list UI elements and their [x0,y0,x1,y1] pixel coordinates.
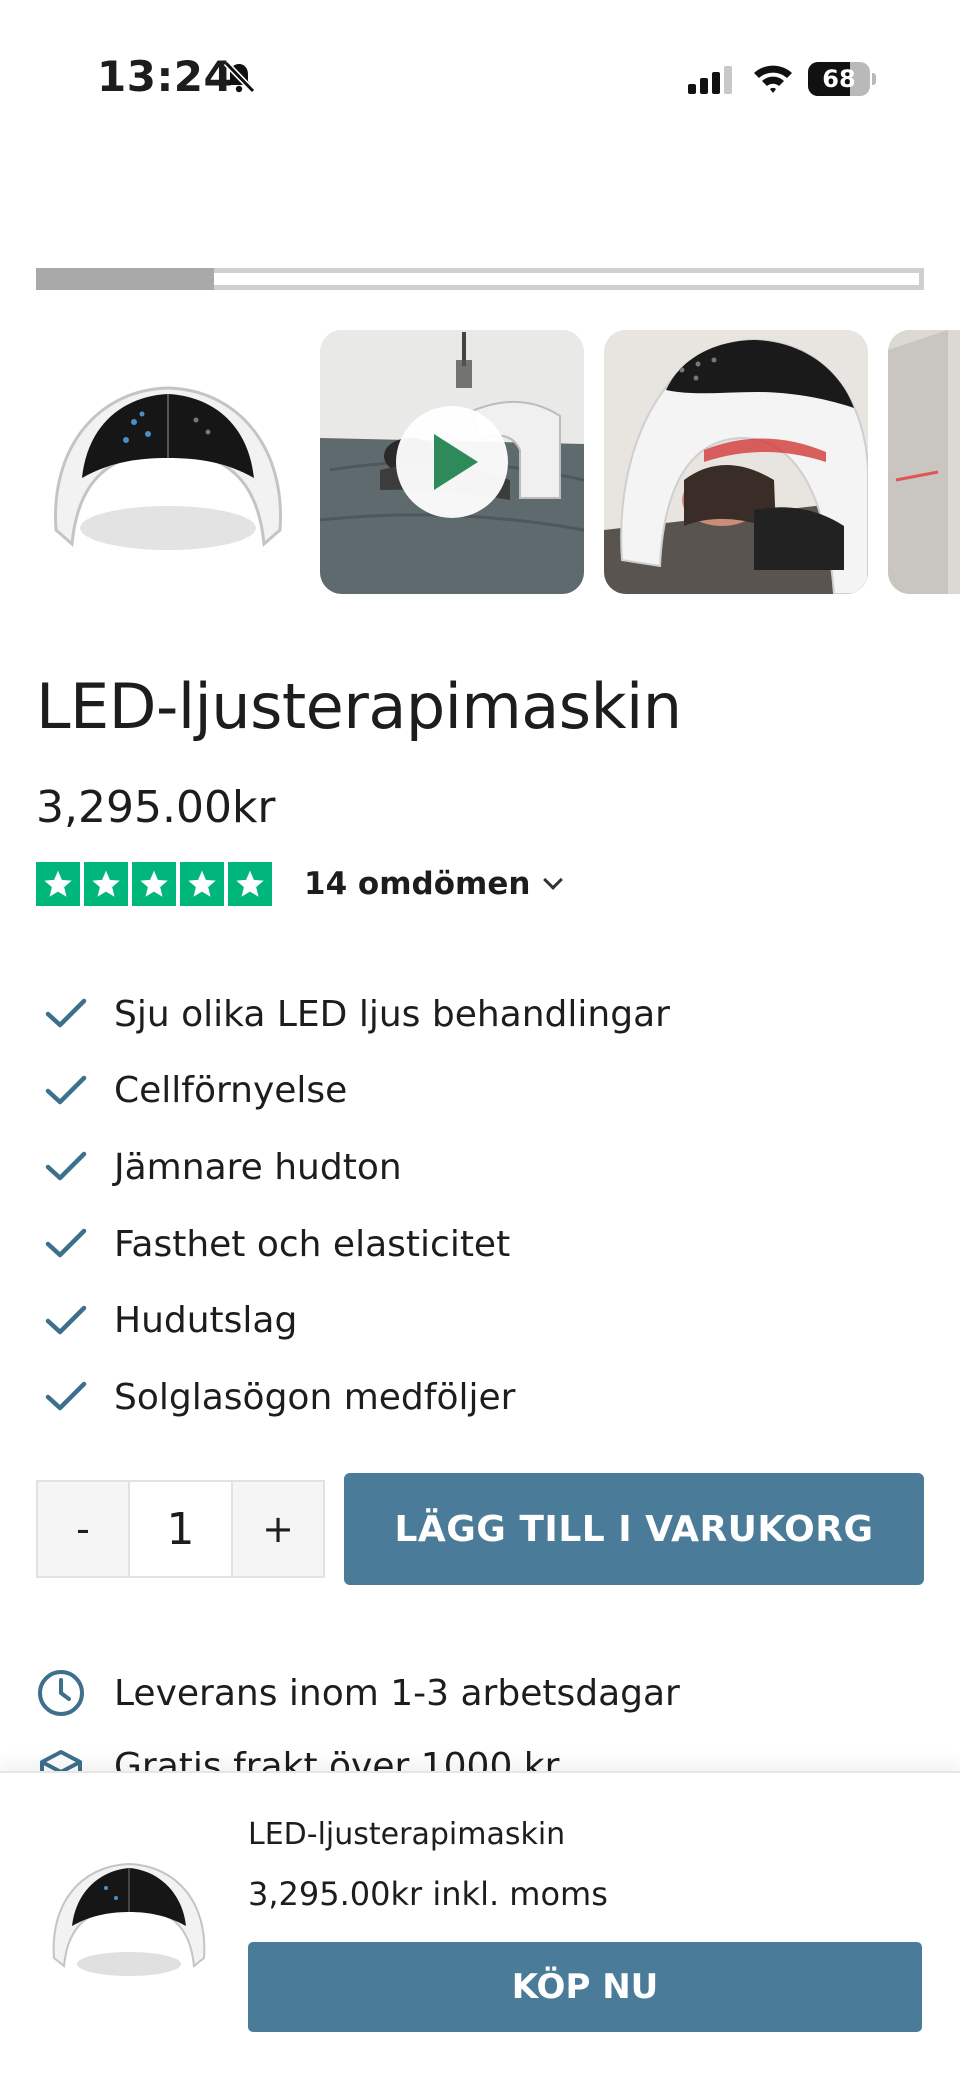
feature-text: Fasthet och elasticitet [114,1223,511,1265]
checkmark-icon [45,1075,87,1105]
checkmark-icon [45,1152,87,1181]
feature-item: Sju olika LED ljus behandlingar [36,976,924,1053]
feature-item: Fasthet och elasticitet [36,1206,924,1283]
wifi-icon [754,65,792,93]
person-under-led-device[interactable] [604,330,868,594]
feature-item: Solglasögon medföljer [36,1359,924,1436]
quantity-increase-button[interactable]: + [233,1482,323,1576]
feature-item: Cellförnyelse [36,1053,924,1130]
partial-thumbnail[interactable] [888,330,960,594]
clock-icon [38,1670,84,1716]
star-icon [36,862,80,906]
play-icon [434,434,478,490]
battery-percentage: 68 [822,65,856,93]
status-bar: 13:24 68 [0,0,960,150]
battery-icon: 68 [808,62,876,96]
device-product-image[interactable] [36,330,300,594]
sticky-product-price: 3,295.00kr inkl. moms [248,1875,608,1913]
checkmark-icon [45,1305,87,1334]
sticky-purchase-bar: LED-ljusterapimaskin 3,295.00kr inkl. mo… [0,1771,960,2087]
quantity-stepper[interactable]: - 1 + [36,1480,325,1578]
status-time: 13:24 [97,52,234,101]
delivery-text: Leverans inom 1-3 arbetsdagar [114,1672,680,1714]
gallery-scroll-progress[interactable] [36,268,924,290]
star-icon [132,862,176,906]
sticky-product-image [52,1862,206,1976]
quantity-input[interactable]: 1 [128,1482,233,1576]
star-icon [84,862,128,906]
checkmark-icon [45,1382,87,1411]
feature-item: Jämnare hudton [36,1129,924,1206]
checkmark-icon [45,1228,87,1258]
cellular-signal-icon [688,66,732,94]
video-thumbnail-person-on-mat[interactable] [320,330,584,594]
play-button[interactable] [396,406,508,518]
reviews-dropdown[interactable]: 14 omdömen [304,866,564,902]
reviews-label: 14 omdömen [304,866,531,902]
chevron-down-icon [543,870,564,890]
feature-text: Cellförnyelse [114,1070,348,1112]
feature-text: Jämnare hudton [114,1146,402,1188]
trustpilot-stars [36,862,276,906]
checkmark-icon [45,999,87,1028]
add-to-cart-button[interactable]: LÄGG TILL I VARUKORG [344,1473,924,1585]
sticky-product-title: LED-ljusterapimaskin [248,1817,566,1852]
feature-text: Sju olika LED ljus behandlingar [114,993,670,1035]
delivery-info: Leverans inom 1-3 arbetsdagar [36,1668,680,1718]
gallery-scroll-thumb[interactable] [36,268,214,290]
product-gallery[interactable] [36,330,960,594]
star-icon [228,862,272,906]
feature-list: Sju olika LED ljus behandlingar Cellförny… [36,976,924,1436]
bell-slash-icon [223,60,256,94]
feature-text: Hudutslag [114,1300,298,1342]
buy-now-button[interactable]: KÖP NU [248,1942,922,2032]
product-title: LED-ljusterapimaskin [36,670,682,743]
star-icon [180,862,224,906]
feature-item: Hudutslag [36,1282,924,1359]
product-price: 3,295.00kr [36,782,276,833]
feature-text: Solglasögon medföljer [114,1376,516,1418]
quantity-decrease-button[interactable]: - [38,1482,128,1576]
